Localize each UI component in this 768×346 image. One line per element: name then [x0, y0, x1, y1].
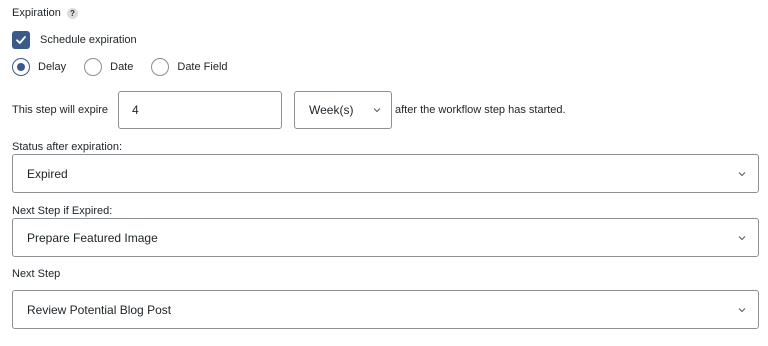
expiration-title: Expiration — [12, 7, 61, 19]
next-step-if-expired-value: Prepare Featured Image — [27, 230, 158, 245]
expire-unit-select[interactable]: Week(s) — [294, 91, 392, 129]
checkmark-icon — [16, 36, 26, 44]
next-step-label: Next Step — [12, 268, 61, 280]
status-after-expiration-label: Status after expiration: — [12, 141, 123, 153]
radio-option-delay[interactable]: Delay — [12, 58, 66, 76]
radio-option-date-field[interactable]: Date Field — [151, 58, 228, 76]
expire-suffix-text: after the workflow step has started. — [395, 104, 566, 116]
radio-option-date[interactable]: Date — [84, 58, 133, 76]
radio-selected-dot — [17, 63, 25, 71]
radio-delay-label: Delay — [38, 61, 67, 73]
expiration-heading: Expiration ? — [12, 7, 78, 19]
radio-date-label: Date — [110, 61, 134, 73]
next-step-if-expired-label: Next Step if Expired: — [12, 205, 113, 217]
schedule-expiration-label: Schedule expiration — [40, 34, 137, 46]
next-step-if-expired-select[interactable]: Prepare Featured Image — [12, 218, 759, 257]
chevron-down-icon — [373, 108, 381, 113]
radio-date[interactable] — [84, 58, 103, 76]
schedule-expiration-checkbox[interactable] — [12, 31, 30, 49]
expiration-settings-panel: Expiration ? Schedule expiration Delay D… — [0, 0, 768, 346]
radio-delay[interactable] — [12, 58, 30, 76]
next-step-value: Review Potential Blog Post — [27, 302, 172, 317]
expire-amount-input[interactable] — [118, 91, 282, 129]
next-step-select[interactable]: Review Potential Blog Post — [12, 290, 759, 329]
expire-unit-value: Week(s) — [309, 103, 354, 117]
schedule-expiration-row[interactable]: Schedule expiration — [12, 31, 137, 49]
chevron-down-icon — [738, 307, 746, 312]
status-after-expiration-value: Expired — [27, 166, 68, 181]
chevron-down-icon — [738, 235, 746, 240]
expire-prefix-text: This step will expire — [12, 104, 108, 116]
status-after-expiration-select[interactable]: Expired — [12, 154, 759, 193]
radio-date-field[interactable] — [151, 58, 170, 76]
expiration-type-radios: Delay Date Date Field — [12, 58, 246, 76]
radio-date-field-label: Date Field — [177, 61, 228, 73]
chevron-down-icon — [738, 171, 746, 176]
help-icon[interactable]: ? — [66, 7, 78, 19]
